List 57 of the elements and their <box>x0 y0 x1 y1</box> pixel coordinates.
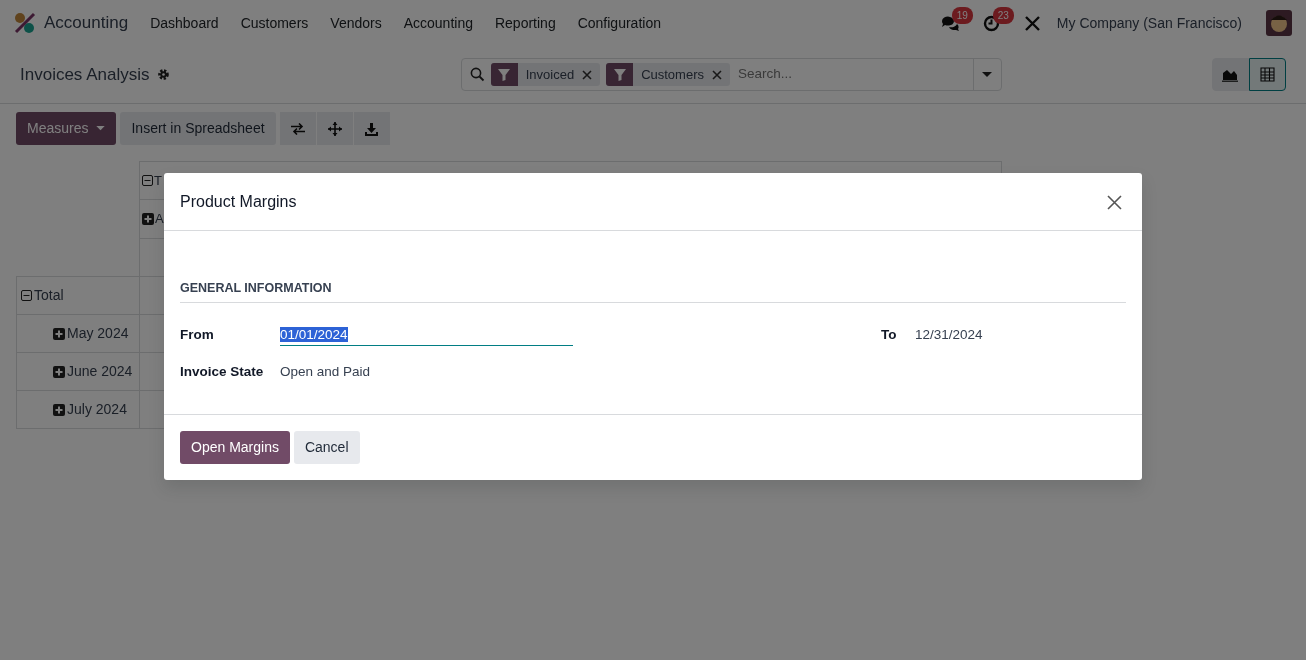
filter-icon <box>498 68 511 81</box>
count-badge: 19 <box>951 7 973 24</box>
menu-item[interactable]: Accounting <box>403 12 473 34</box>
expand-icon <box>142 213 154 225</box>
field-value[interactable]: 12/31/2024 <box>915 325 983 346</box>
collapse-icon <box>142 175 153 186</box>
section-heading: GENERAL INFORMATION <box>180 279 1126 303</box>
area-chart-icon <box>1222 67 1239 82</box>
caret-icon <box>96 126 106 131</box>
caret-icon <box>982 71 993 78</box>
company-name[interactable]: My Company (San Francisco) <box>1056 12 1242 34</box>
user-avatar[interactable] <box>1266 10 1292 36</box>
app-logo-icon[interactable] <box>14 12 36 34</box>
filter-facet[interactable]: Customers <box>606 63 730 86</box>
app-name[interactable]: Accounting <box>44 10 129 36</box>
clock-icon[interactable] <box>982 14 1000 32</box>
open-margins-button[interactable]: Open Margins <box>180 431 290 465</box>
gear-icon[interactable] <box>157 68 171 81</box>
filter-icon <box>613 68 626 81</box>
collapse-icon <box>21 290 32 301</box>
field-label: To <box>881 326 898 345</box>
menu-item[interactable]: Dashboard <box>150 12 219 34</box>
close-icon[interactable] <box>582 69 593 80</box>
download-icon <box>365 122 379 136</box>
expand-all-button[interactable] <box>316 112 353 145</box>
swap-icon <box>290 123 305 136</box>
filter-facet[interactable]: Invoiced <box>490 63 601 86</box>
chat-icon[interactable] <box>940 15 959 31</box>
close-icon[interactable] <box>712 69 722 80</box>
cancel-button[interactable]: Cancel <box>293 431 360 465</box>
field-label: Invoice State <box>180 363 265 381</box>
date-field[interactable]: 01/01/2024 <box>280 324 573 346</box>
field-value[interactable]: Open and Paid <box>280 362 371 383</box>
expand-icon <box>53 365 65 378</box>
search-icon <box>469 67 485 82</box>
pivot-view-button[interactable] <box>1249 58 1286 91</box>
facet-label: Customers <box>640 65 705 84</box>
expand-icon <box>53 327 65 340</box>
menu-item[interactable]: Reporting <box>494 12 556 34</box>
menu-item[interactable]: Vendors <box>330 12 382 34</box>
count-badge: 23 <box>992 6 1014 24</box>
menu-item[interactable]: Customers <box>240 12 309 34</box>
search-field[interactable]: Invoiced Customers Search... <box>460 58 1002 91</box>
insert-spreadsheet-button[interactable]: Insert in Spreadsheet <box>120 112 276 145</box>
table-icon <box>1260 67 1275 82</box>
expand-icon <box>53 403 65 416</box>
measures-button[interactable]: Measures <box>16 112 117 145</box>
download-button[interactable] <box>353 112 390 145</box>
field-label: From <box>180 326 215 345</box>
facet-label: Invoiced <box>524 65 576 84</box>
flip-axis-button[interactable] <box>279 112 316 145</box>
dialog-title: Product Margins <box>180 191 297 212</box>
page-title: Invoices Analysis <box>20 63 150 86</box>
move-icon <box>327 122 342 137</box>
menu-item[interactable]: Configuration <box>577 12 661 34</box>
close-icon <box>1107 194 1122 210</box>
graph-view-button[interactable] <box>1212 58 1249 91</box>
